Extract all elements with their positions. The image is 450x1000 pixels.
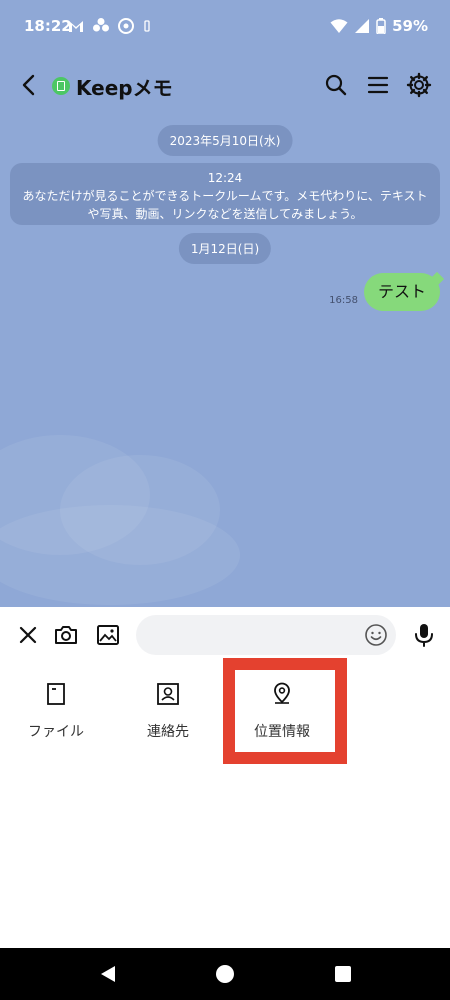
chrome-icon <box>118 18 134 34</box>
pinwheel-icon <box>93 18 109 32</box>
file-icon <box>47 683 65 705</box>
signal-icon <box>355 19 370 33</box>
attach-contact-button[interactable]: 連絡先 <box>113 681 223 751</box>
chat-area[interactable]: 2023年5月10日(水) 12:24 あなただけが見ることができるトークルーム… <box>0 115 450 607</box>
battery-percent: 59% <box>392 17 428 35</box>
microphone-icon[interactable] <box>410 621 438 649</box>
emoji-icon[interactable] <box>364 623 388 647</box>
wifi-icon <box>330 19 348 33</box>
chat-title: Keepメモ <box>76 76 173 100</box>
nav-back-icon[interactable] <box>98 964 118 984</box>
nav-home-icon[interactable] <box>215 964 235 984</box>
menu-icon[interactable] <box>364 71 392 99</box>
gmail-icon <box>69 21 83 32</box>
input-bar <box>0 607 450 663</box>
system-status-icons: 59% <box>330 17 428 35</box>
image-icon[interactable] <box>94 621 122 649</box>
system-message: 12:24 あなただけが見ることができるトークルームです。メモ代わりに、テキスト… <box>10 163 440 225</box>
camera-icon[interactable] <box>52 621 80 649</box>
back-icon[interactable] <box>16 71 44 99</box>
chat-header: Keepメモ <box>0 55 450 115</box>
attach-file-label: ファイル <box>28 724 84 740</box>
date-separator: 1月12日(日) <box>178 233 272 264</box>
date-separator: 2023年5月10日(水) <box>157 125 293 156</box>
sent-message-bubble[interactable]: テスト <box>363 273 440 311</box>
highlight-box <box>223 658 347 764</box>
vibrate-icon <box>144 20 150 32</box>
navigation-bar <box>0 948 450 1000</box>
status-bar: 18:22 59% <box>0 0 450 55</box>
attach-contact-label: 連絡先 <box>147 724 189 740</box>
keep-memo-icon <box>52 77 70 95</box>
battery-icon <box>376 18 386 34</box>
status-time: 18:22 <box>24 17 72 35</box>
notification-icons <box>68 17 152 35</box>
message-input[interactable] <box>136 615 396 655</box>
contact-icon <box>157 683 179 705</box>
search-icon[interactable] <box>322 71 350 99</box>
close-icon[interactable] <box>14 621 42 649</box>
system-message-line: あなただけが見ることができるトークルームです。メモ代わりに、テキスト <box>22 189 428 203</box>
settings-gear-icon[interactable] <box>405 71 433 99</box>
message-time: 16:58 <box>329 295 358 306</box>
nav-recents-icon[interactable] <box>333 964 353 984</box>
attach-file-button[interactable]: ファイル <box>1 681 111 751</box>
system-message-line: や写真、動画、リンクなどを送信してみましょう。 <box>87 207 363 221</box>
system-message-time: 12:24 <box>207 171 243 185</box>
